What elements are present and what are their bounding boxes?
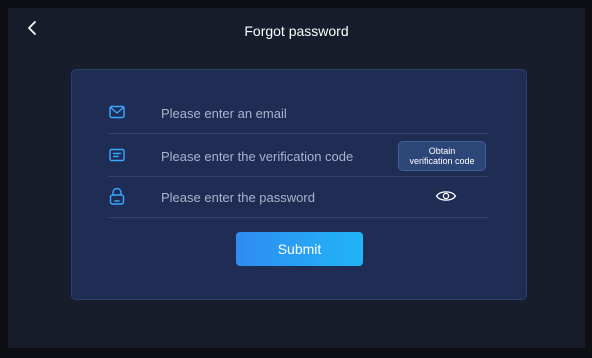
- eye-icon[interactable]: [434, 188, 458, 204]
- mail-icon: [108, 103, 126, 121]
- forgot-password-screen: Forgot password Obtain verification c: [8, 8, 585, 348]
- submit-button[interactable]: Submit: [236, 232, 363, 266]
- password-input[interactable]: [161, 186, 401, 208]
- email-row: [108, 93, 488, 134]
- form-card: Obtain verification code Submit: [71, 69, 527, 300]
- page-title: Forgot password: [244, 23, 349, 39]
- verification-row: Obtain verification code: [108, 136, 488, 177]
- password-row: [108, 177, 488, 218]
- obtain-verification-code-button[interactable]: Obtain verification code: [398, 141, 486, 171]
- email-input[interactable]: [161, 102, 401, 124]
- lock-icon: [108, 187, 126, 205]
- verification-code-input[interactable]: [161, 145, 401, 167]
- message-icon: [108, 146, 126, 164]
- header: Forgot password: [8, 8, 585, 54]
